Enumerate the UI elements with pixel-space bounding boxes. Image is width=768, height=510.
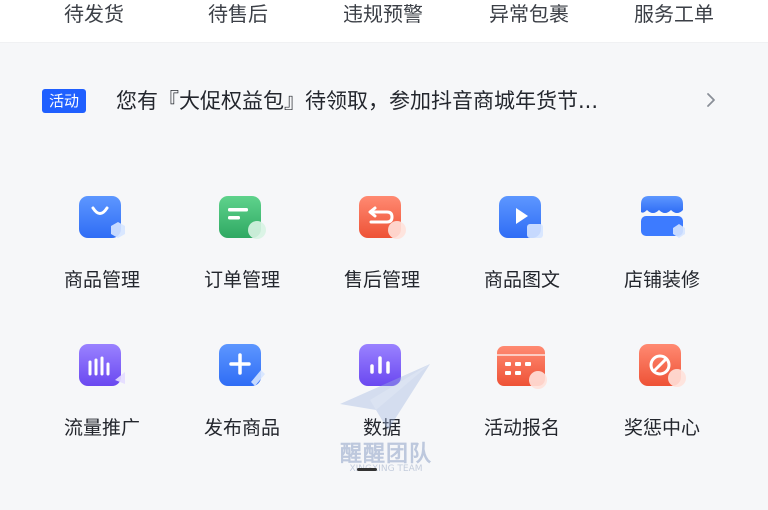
- grid-item-store-decoration[interactable]: 店铺装修: [602, 168, 722, 298]
- function-grid: 商品管理 订单管理 售后管理 商品图文 店铺装修 流量推广 发布商品 数据 活动…: [0, 168, 768, 510]
- order-list-icon: [219, 196, 266, 239]
- grid-item-label: 流量推广: [63, 417, 140, 439]
- home-indicator: [357, 468, 377, 471]
- tab-abnormal-package[interactable]: 异常包裹: [469, 0, 589, 30]
- notice-text: 您有『大促权益包』待领取，参加抖音商城年货节...: [116, 89, 599, 113]
- grid-item-label: 商品管理: [63, 269, 140, 291]
- prohibited-icon: [639, 344, 686, 387]
- chevron-right-icon: [707, 93, 715, 107]
- tab-pending-aftersale[interactable]: 待售后: [178, 0, 298, 30]
- promo-notice-bar[interactable]: 活动 您有『大促权益包』待领取，参加抖音商城年货节...: [0, 62, 768, 138]
- grid-item-product-management[interactable]: 商品管理: [42, 168, 162, 298]
- grid-item-aftersale-management[interactable]: 售后管理: [322, 168, 442, 298]
- grid-item-reward-penalty[interactable]: 奖惩中心: [602, 316, 722, 446]
- traffic-icon: [79, 344, 125, 386]
- grid-item-label: 发布商品: [203, 417, 280, 439]
- calendar-icon: [497, 346, 547, 389]
- grid-item-label: 活动报名: [483, 417, 560, 439]
- storefront-icon: [641, 196, 685, 238]
- grid-item-label: 数据: [362, 417, 401, 439]
- grid-item-publish-product[interactable]: 发布商品: [182, 316, 302, 446]
- plus-icon: [219, 344, 265, 386]
- grid-item-data[interactable]: 数据: [322, 316, 442, 446]
- tab-service-ticket[interactable]: 服务工单: [614, 0, 734, 30]
- grid-item-traffic-promotion[interactable]: 流量推广: [42, 316, 162, 446]
- grid-item-label: 售后管理: [343, 269, 420, 291]
- tab-violation-warning[interactable]: 违规预警: [323, 0, 443, 30]
- grid-item-label: 店铺装修: [623, 269, 700, 291]
- grid-item-order-management[interactable]: 订单管理: [182, 168, 302, 298]
- shopping-bag-icon: [79, 196, 125, 238]
- grid-item-event-signup[interactable]: 活动报名: [462, 316, 582, 446]
- bar-chart-icon: [359, 344, 401, 386]
- grid-item-label: 订单管理: [203, 269, 280, 291]
- grid-item-label: 商品图文: [483, 269, 560, 291]
- activity-badge: 活动: [42, 89, 87, 113]
- grid-item-label: 奖惩中心: [623, 417, 700, 439]
- video-play-icon: [499, 196, 543, 238]
- return-icon: [359, 196, 406, 239]
- order-status-tabs: 待发货 待售后 违规预警 异常包裹 服务工单: [0, 0, 768, 43]
- grid-item-product-media[interactable]: 商品图文: [462, 168, 582, 298]
- tab-pending-shipment[interactable]: 待发货: [34, 0, 154, 30]
